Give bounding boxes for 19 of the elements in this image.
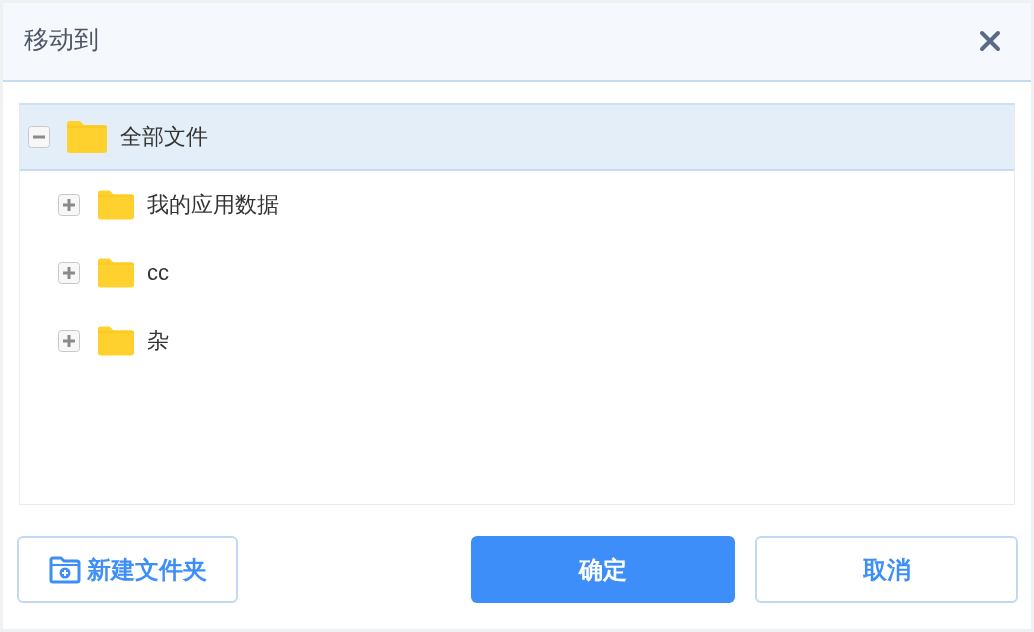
expand-icon[interactable] — [58, 194, 80, 216]
folder-plus-icon — [48, 555, 81, 584]
folder-name: 杂 — [147, 327, 169, 355]
folder-name: 我的应用数据 — [147, 191, 279, 219]
folder-icon — [98, 190, 134, 220]
tree-row[interactable]: 我的应用数据 — [20, 171, 1014, 239]
dialog-title: 移动到 — [24, 24, 99, 55]
folder-icon — [98, 258, 134, 288]
folder-icon — [98, 326, 134, 356]
folder-name: 全部文件 — [120, 123, 208, 151]
expand-icon[interactable] — [58, 262, 80, 284]
expand-icon[interactable] — [58, 330, 80, 352]
tree-row[interactable]: cc — [20, 239, 1014, 307]
collapse-icon[interactable] — [28, 126, 50, 148]
tree-row[interactable]: 全部文件 — [20, 105, 1014, 171]
folder-name: cc — [147, 259, 169, 287]
folder-icon — [67, 121, 107, 153]
tree-row[interactable]: 杂 — [20, 307, 1014, 375]
close-icon[interactable] — [979, 30, 1001, 52]
